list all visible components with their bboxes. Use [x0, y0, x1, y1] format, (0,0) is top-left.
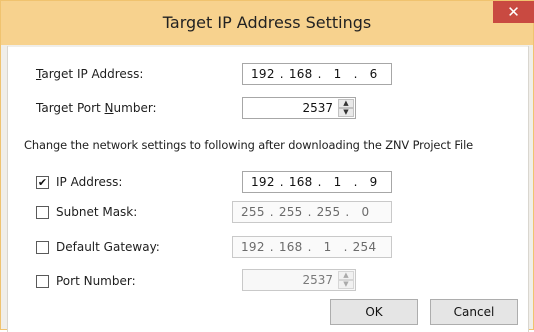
ip-octet[interactable]: 9 — [363, 175, 385, 189]
ip-octet: 255 — [241, 205, 265, 219]
ip-octet[interactable]: 1 — [327, 175, 349, 189]
ip-address-label: IP Address: — [56, 175, 123, 189]
dialog-title: Target IP Address Settings — [162, 13, 372, 32]
target-port-label: Target Port Number: — [36, 101, 157, 115]
spin-down-icon[interactable]: ▼ — [338, 108, 354, 117]
ip-octet: 1 — [323, 240, 332, 254]
subnet-mask-label: Subnet Mask: — [56, 205, 138, 219]
target-port-value[interactable]: 2537 — [302, 101, 333, 115]
ip-octet: 255 — [316, 205, 341, 219]
close-button[interactable]: ✕ — [493, 1, 534, 23]
default-gateway-checkbox[interactable] — [36, 241, 49, 254]
ip-octet[interactable]: 192 — [251, 175, 275, 189]
spin-up-icon[interactable]: ▲ — [338, 99, 354, 108]
subnet-mask-checkbox[interactable] — [36, 206, 49, 219]
cancel-button[interactable]: Cancel — [430, 299, 518, 325]
ip-octet: 168 — [278, 240, 303, 254]
ok-button[interactable]: OK — [330, 299, 418, 325]
ip-octet: 254 — [352, 240, 377, 254]
ip-octet[interactable]: 168 — [289, 67, 313, 81]
target-ip-label: Target IP Address: — [36, 67, 144, 81]
section-note: Change the network settings to following… — [24, 138, 474, 152]
ip-address-field[interactable]: 192. 168. 1. 9 — [242, 171, 392, 193]
ip-address-checkbox[interactable]: ✔ — [36, 176, 49, 189]
port-number-label: Port Number: — [56, 274, 136, 288]
spin-up-icon: ▲ — [338, 271, 354, 280]
dialog-window: Target IP Address Settings ✕ Target IP A… — [0, 0, 534, 332]
ip-octet[interactable]: 6 — [363, 67, 385, 81]
target-port-stepper[interactable]: 2537 ▲ ▼ — [242, 97, 356, 119]
close-icon: ✕ — [507, 3, 520, 21]
ip-octet: 192 — [241, 240, 265, 254]
ip-octet[interactable]: 1 — [327, 67, 349, 81]
target-ip-field[interactable]: 192. 168. 1. 6 — [242, 63, 392, 85]
client-area: Target IP Address: 192. 168. 1. 6 Target… — [8, 47, 528, 331]
ip-octet: 0 — [361, 205, 370, 219]
port-number-value: 2537 — [302, 273, 333, 287]
subnet-mask-field[interactable]: 255. 255. 255. 0 — [232, 201, 392, 223]
port-number-stepper[interactable]: 2537 ▲ ▼ — [242, 269, 356, 291]
default-gateway-field[interactable]: 192. 168. 1. 254 — [232, 236, 392, 258]
ip-octet[interactable]: 168 — [289, 175, 313, 189]
default-gateway-label: Default Gateway: — [56, 240, 160, 254]
ip-octet[interactable]: 192 — [251, 67, 275, 81]
check-icon: ✔ — [37, 176, 48, 189]
title-bar[interactable]: Target IP Address Settings ✕ — [1, 1, 534, 45]
ip-octet: 255 — [278, 205, 303, 219]
spin-down-icon: ▼ — [338, 280, 354, 289]
port-number-checkbox[interactable] — [36, 275, 49, 288]
